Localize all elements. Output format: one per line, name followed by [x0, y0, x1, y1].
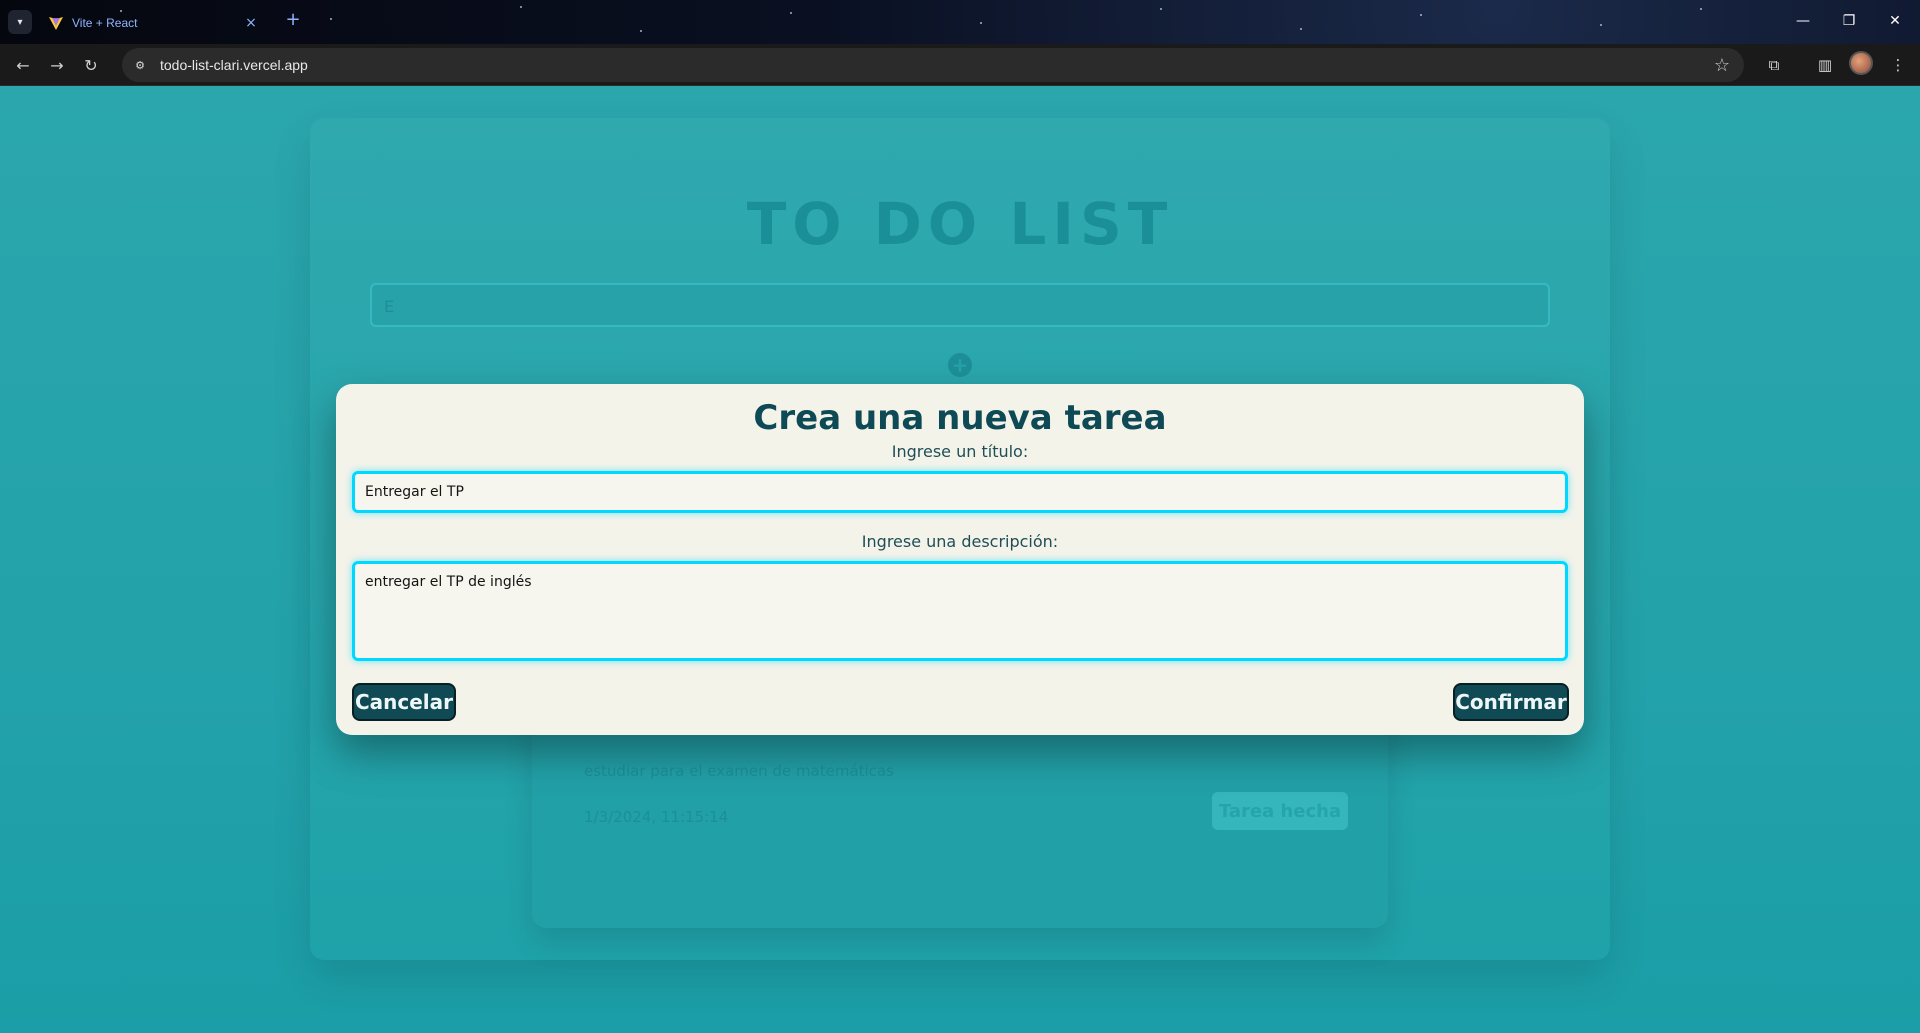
description-field[interactable]: entregar el TP de inglés — [352, 561, 1568, 661]
vite-logo-icon — [49, 17, 63, 30]
cancel-button[interactable]: Cancelar — [352, 683, 456, 721]
forward-arrow-icon: → — [50, 55, 64, 75]
page-background: TO DO LIST E + Estudiar estudiar para el… — [0, 86, 1920, 1033]
browser-toolbar: ← → ↻ ⚙ todo-list-clari.vercel.app ☆ ⧉ ▥… — [0, 44, 1920, 86]
restore-icon: ❐ — [1842, 13, 1856, 29]
minimize-icon: — — [1796, 13, 1810, 29]
title-label: Ingrese un título: — [891, 442, 1029, 461]
add-task-button[interactable]: + — [948, 353, 972, 377]
browser-tab[interactable]: Vite + React × — [38, 6, 270, 40]
tab-search-button[interactable]: ▾ — [8, 10, 32, 34]
task-description: estudiar para el examen de matemáticas — [584, 762, 894, 780]
title-field[interactable]: Entregar el TP — [352, 471, 1568, 513]
close-window-button[interactable]: ✕ — [1872, 8, 1918, 34]
browser-tab-bar: ▾ Vite + React × + — ❐ ✕ — [0, 0, 1920, 44]
address-bar[interactable]: ⚙ todo-list-clari.vercel.app ☆ — [122, 48, 1744, 82]
new-task-input[interactable]: E — [370, 283, 1550, 327]
star-icon[interactable]: ☆ — [1714, 55, 1730, 76]
forward-button[interactable]: → — [44, 52, 70, 78]
task-date: 1/3/2024, 11:15:14 — [584, 808, 729, 826]
back-arrow-icon: ← — [16, 55, 30, 75]
sidebar-icon: ▥ — [1817, 56, 1833, 74]
sidebar-button[interactable]: ▥ — [1812, 52, 1838, 78]
chevron-down-icon: ▾ — [17, 16, 23, 28]
app-title: TO DO LIST — [746, 190, 1174, 258]
browser-menu-button[interactable]: ⋮ — [1885, 52, 1911, 78]
tab-title: Vite + React — [72, 16, 138, 30]
modal-title: Crea una nueva tarea — [753, 398, 1167, 438]
url-text[interactable]: todo-list-clari.vercel.app — [160, 57, 1714, 73]
task-done-button[interactable]: Tarea hecha — [1212, 792, 1348, 830]
new-tab-button[interactable]: + — [282, 9, 304, 30]
avatar[interactable] — [1849, 51, 1873, 75]
plus-circle-icon: + — [951, 353, 969, 377]
extensions-button[interactable]: ⧉ — [1761, 52, 1787, 78]
reload-icon: ↻ — [84, 55, 98, 75]
close-icon[interactable]: × — [242, 15, 260, 31]
close-icon: ✕ — [1889, 13, 1901, 29]
puzzle-icon: ⧉ — [1768, 56, 1780, 74]
kebab-menu-icon: ⋮ — [1890, 56, 1906, 74]
description-label: Ingrese una descripción: — [861, 532, 1059, 551]
minimize-button[interactable]: — — [1780, 8, 1826, 34]
restore-button[interactable]: ❐ — [1826, 8, 1872, 34]
site-info-icon[interactable]: ⚙ — [128, 53, 152, 77]
confirm-button[interactable]: Confirmar — [1453, 683, 1569, 721]
new-task-modal: Crea una nueva tarea Ingrese un título: … — [336, 384, 1584, 735]
back-button[interactable]: ← — [10, 52, 36, 78]
reload-button[interactable]: ↻ — [78, 52, 104, 78]
